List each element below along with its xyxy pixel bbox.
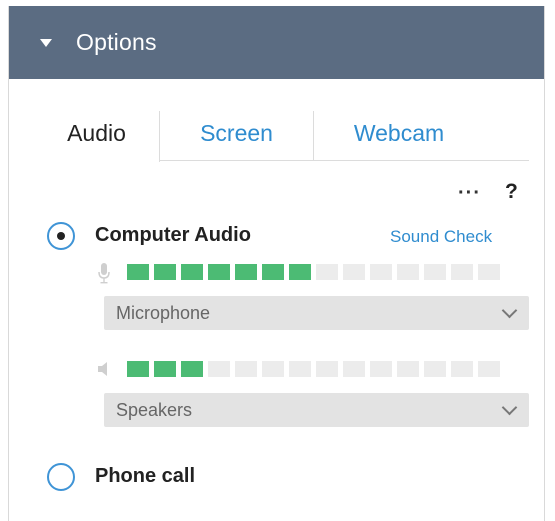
header-title: Options bbox=[76, 29, 157, 55]
microphone-level-segment bbox=[424, 264, 446, 280]
microphone-level-segment bbox=[289, 264, 311, 280]
microphone-select-value: Microphone bbox=[116, 302, 211, 323]
microphone-level-segment bbox=[343, 264, 365, 280]
microphone-select[interactable]: Microphone bbox=[104, 296, 529, 330]
tab-screen[interactable]: Screen bbox=[160, 111, 314, 161]
speaker-level-segment bbox=[424, 361, 446, 377]
caret-down-icon[interactable] bbox=[40, 38, 52, 47]
speaker-level-segment bbox=[343, 361, 365, 377]
speaker-level-segment bbox=[262, 361, 284, 377]
speaker-level-segment bbox=[289, 361, 311, 377]
microphone-level-meter bbox=[127, 264, 500, 280]
options-window: Options Audio Screen Webcam ··· ? Comput… bbox=[0, 0, 555, 521]
options-panel: Options Audio Screen Webcam ··· ? Comput… bbox=[8, 6, 545, 521]
options-header[interactable]: Options bbox=[9, 6, 544, 79]
microphone-level-segment bbox=[235, 264, 257, 280]
speaker-level-segment bbox=[451, 361, 473, 377]
microphone-level-segment bbox=[127, 264, 149, 280]
chevron-down-icon bbox=[501, 399, 518, 415]
speaker-level-segment bbox=[316, 361, 338, 377]
computer-audio-label[interactable]: Computer Audio bbox=[95, 224, 251, 247]
microphone-level-segment bbox=[316, 264, 338, 280]
speaker-level-segment bbox=[235, 361, 257, 377]
speakers-select[interactable]: Speakers bbox=[104, 393, 529, 427]
speaker-level-meter bbox=[127, 361, 500, 377]
speakers-select-value: Speakers bbox=[116, 399, 193, 420]
sound-check-link[interactable]: Sound Check bbox=[390, 227, 492, 247]
computer-audio-radio[interactable] bbox=[47, 222, 75, 250]
phone-call-label[interactable]: Phone call bbox=[95, 465, 195, 488]
microphone-level-segment bbox=[370, 264, 392, 280]
microphone-level-segment bbox=[262, 264, 284, 280]
speaker-level-segment bbox=[478, 361, 500, 377]
microphone-level-segment bbox=[478, 264, 500, 280]
tab-audio[interactable]: Audio bbox=[34, 111, 160, 162]
more-options-button[interactable]: ··· bbox=[458, 182, 481, 205]
speaker-icon bbox=[98, 362, 107, 376]
microphone-level-segment bbox=[397, 264, 419, 280]
tab-bar: Audio Screen Webcam bbox=[34, 111, 529, 162]
chevron-down-icon bbox=[501, 302, 518, 318]
speaker-level-segment bbox=[181, 361, 203, 377]
speaker-level-segment bbox=[127, 361, 149, 377]
speaker-level-segment bbox=[397, 361, 419, 377]
speaker-level-segment bbox=[370, 361, 392, 377]
speaker-level-segment bbox=[208, 361, 230, 377]
help-button[interactable]: ? bbox=[505, 180, 518, 204]
speaker-level-segment bbox=[154, 361, 176, 377]
microphone-level-segment bbox=[181, 264, 203, 280]
microphone-icon bbox=[98, 263, 110, 284]
tab-webcam[interactable]: Webcam bbox=[314, 111, 484, 161]
microphone-level-segment bbox=[154, 264, 176, 280]
microphone-level-segment bbox=[208, 264, 230, 280]
microphone-level-segment bbox=[451, 264, 473, 280]
phone-call-radio[interactable] bbox=[47, 463, 75, 491]
